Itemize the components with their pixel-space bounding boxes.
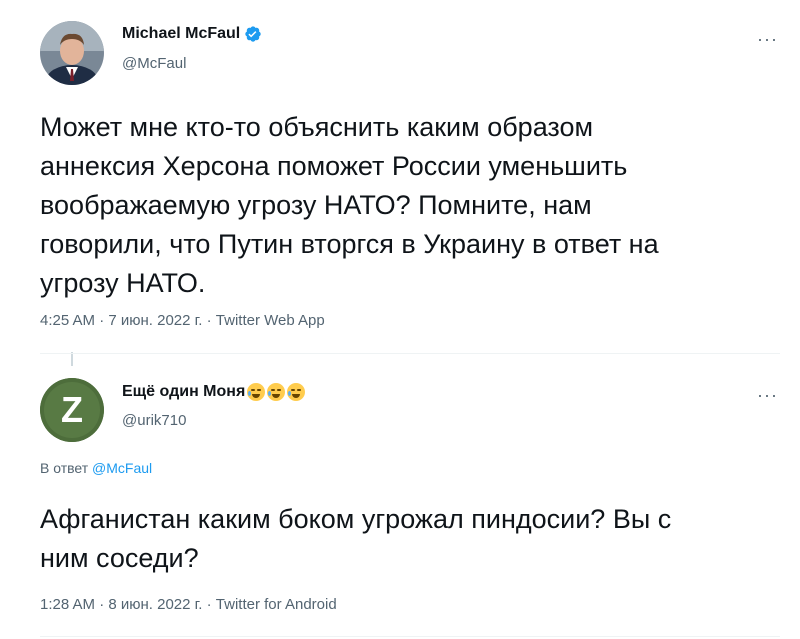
- crying-laughing-emoji-icon: [247, 383, 266, 401]
- divider: [40, 353, 780, 354]
- avatar-urik[interactable]: Z: [40, 378, 104, 442]
- crying-laughing-emoji-icon: [267, 383, 286, 401]
- author-row: Ещё один Моня: [122, 383, 306, 401]
- crying-laughing-emoji-icon: [287, 383, 306, 401]
- avatar-mcfaul[interactable]: [40, 21, 104, 85]
- author-handle[interactable]: @urik710: [122, 412, 186, 429]
- tweet-text-line: угрозу НАТО.: [40, 268, 206, 298]
- thread-connector: [71, 352, 73, 366]
- author-handle[interactable]: @McFaul: [122, 55, 186, 72]
- more-options-icon[interactable]: ···: [757, 30, 778, 48]
- tweet-timestamp[interactable]: 1:28 AM · 8 июн. 2022 г. · Twitter for A…: [40, 596, 337, 613]
- reply-handle-link[interactable]: @McFaul: [92, 460, 152, 476]
- avatar-image: Z: [40, 378, 104, 442]
- avatar-image: [40, 21, 104, 85]
- divider: [40, 636, 780, 637]
- tweet-timestamp[interactable]: 4:25 AM · 7 июн. 2022 г. · Twitter Web A…: [40, 312, 325, 329]
- tweet-text-line: ним соседи?: [40, 543, 199, 573]
- tweet-text-line: Афганистан каким боком угрожал пиндосии?…: [40, 504, 672, 534]
- tweet-text: Афганистан каким боком угрожал пиндосии?…: [40, 500, 671, 578]
- tweet-text-line: аннексия Херсона поможет России уменьшит…: [40, 151, 628, 181]
- tweet-text-line: воображаемую угрозу НАТО? Помните, нам: [40, 190, 592, 220]
- author-row: Michael McFaul: [122, 25, 262, 43]
- tweet-text-line: Может мне кто-то объяснить каким образом: [40, 112, 594, 142]
- more-options-icon[interactable]: ···: [757, 386, 778, 404]
- reply-context: В ответ @McFaul: [40, 460, 152, 476]
- reply-prefix: В ответ: [40, 460, 89, 476]
- tweet-text-line: говорили, что Путин вторгся в Украину в …: [40, 229, 659, 259]
- tweet-text: Может мне кто-то объяснить каким образом…: [40, 108, 659, 303]
- author-name[interactable]: Michael McFaul: [122, 25, 240, 43]
- author-name[interactable]: Ещё один Моня: [122, 383, 245, 401]
- verified-badge-icon: [244, 25, 262, 43]
- avatar-letter: Z: [61, 389, 83, 430]
